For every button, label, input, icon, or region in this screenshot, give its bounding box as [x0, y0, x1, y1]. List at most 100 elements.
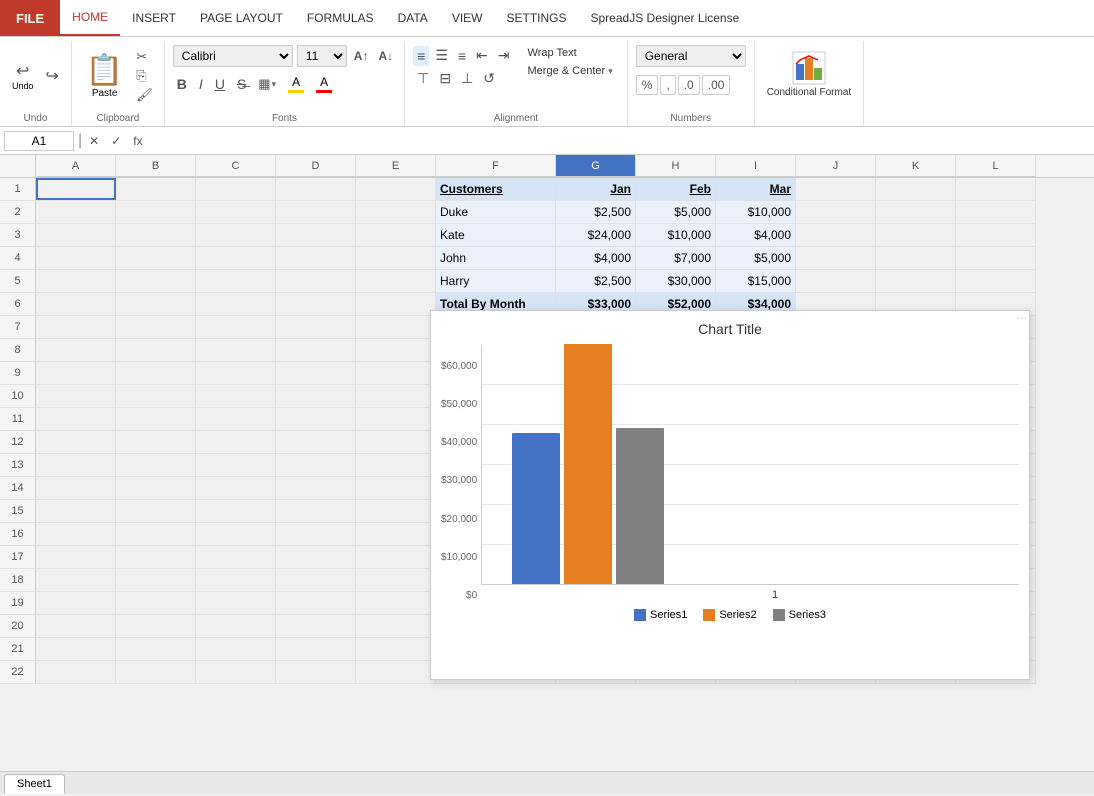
- cell-a14[interactable]: [36, 477, 116, 499]
- cell-c6[interactable]: [196, 293, 276, 315]
- sheet-tab-1[interactable]: Sheet1: [4, 774, 65, 794]
- row-num-14[interactable]: 14: [0, 477, 36, 499]
- italic-button[interactable]: I: [195, 74, 207, 94]
- cell-j3[interactable]: [796, 224, 876, 246]
- cell-l2[interactable]: [956, 201, 1036, 223]
- col-header-k[interactable]: K: [876, 155, 956, 177]
- col-header-f[interactable]: F: [436, 155, 556, 177]
- row-num-11[interactable]: 11: [0, 408, 36, 430]
- cell-h5[interactable]: $30,000: [636, 270, 716, 292]
- cell-a1[interactable]: [36, 178, 116, 200]
- row-num-6[interactable]: 6: [0, 293, 36, 315]
- cell-d4[interactable]: [276, 247, 356, 269]
- cell-c14[interactable]: [196, 477, 276, 499]
- cell-c3[interactable]: [196, 224, 276, 246]
- cell-i4[interactable]: $5,000: [716, 247, 796, 269]
- cell-b6[interactable]: [116, 293, 196, 315]
- decimal-decrease-button[interactable]: .00: [702, 75, 731, 95]
- cell-e18[interactable]: [356, 569, 436, 591]
- cell-e13[interactable]: [356, 454, 436, 476]
- cell-c16[interactable]: [196, 523, 276, 545]
- cell-a19[interactable]: [36, 592, 116, 614]
- cell-k4[interactable]: [876, 247, 956, 269]
- text-direction-button[interactable]: ↺: [479, 68, 499, 89]
- cell-j1[interactable]: [796, 178, 876, 200]
- row-num-13[interactable]: 13: [0, 454, 36, 476]
- cell-e17[interactable]: [356, 546, 436, 568]
- cell-c19[interactable]: [196, 592, 276, 614]
- row-num-17[interactable]: 17: [0, 546, 36, 568]
- cell-d22[interactable]: [276, 661, 356, 683]
- row-num-3[interactable]: 3: [0, 224, 36, 246]
- menu-data[interactable]: DATA: [386, 0, 440, 36]
- cell-c10[interactable]: [196, 385, 276, 407]
- cell-a15[interactable]: [36, 500, 116, 522]
- align-center-button[interactable]: ☰: [431, 45, 452, 66]
- cell-d14[interactable]: [276, 477, 356, 499]
- cell-a6[interactable]: [36, 293, 116, 315]
- cell-e5[interactable]: [356, 270, 436, 292]
- row-num-2[interactable]: 2: [0, 201, 36, 223]
- cell-d16[interactable]: [276, 523, 356, 545]
- cell-l4[interactable]: [956, 247, 1036, 269]
- cell-a2[interactable]: [36, 201, 116, 223]
- cell-c15[interactable]: [196, 500, 276, 522]
- cell-c12[interactable]: [196, 431, 276, 453]
- cell-i1[interactable]: Mar: [716, 178, 796, 200]
- col-header-c[interactable]: C: [196, 155, 276, 177]
- row-num-22[interactable]: 22: [0, 661, 36, 683]
- cell-c7[interactable]: [196, 316, 276, 338]
- cell-e10[interactable]: [356, 385, 436, 407]
- cell-e12[interactable]: [356, 431, 436, 453]
- cell-c4[interactable]: [196, 247, 276, 269]
- cell-e3[interactable]: [356, 224, 436, 246]
- cell-c20[interactable]: [196, 615, 276, 637]
- cell-d20[interactable]: [276, 615, 356, 637]
- menu-file[interactable]: FILE: [0, 0, 60, 36]
- menu-home[interactable]: HOME: [60, 0, 120, 36]
- cell-g5[interactable]: $2,500: [556, 270, 636, 292]
- cell-b2[interactable]: [116, 201, 196, 223]
- cell-c21[interactable]: [196, 638, 276, 660]
- col-header-g[interactable]: G: [556, 155, 636, 177]
- cell-e4[interactable]: [356, 247, 436, 269]
- align-top-button[interactable]: ⊤: [413, 68, 433, 89]
- border-button[interactable]: ▦ ▾: [254, 74, 280, 94]
- cell-b3[interactable]: [116, 224, 196, 246]
- cell-a21[interactable]: [36, 638, 116, 660]
- col-header-b[interactable]: B: [116, 155, 196, 177]
- cell-a7[interactable]: [36, 316, 116, 338]
- align-right-button[interactable]: ≡: [454, 46, 470, 66]
- cell-k1[interactable]: [876, 178, 956, 200]
- cell-f1[interactable]: Customers: [436, 178, 556, 200]
- col-header-j[interactable]: J: [796, 155, 876, 177]
- font-family-select[interactable]: Calibri: [173, 45, 293, 67]
- cut-button[interactable]: ✂: [133, 48, 156, 66]
- row-num-21[interactable]: 21: [0, 638, 36, 660]
- cell-e11[interactable]: [356, 408, 436, 430]
- align-middle-button[interactable]: ⊟: [435, 68, 455, 89]
- cell-c5[interactable]: [196, 270, 276, 292]
- cell-c17[interactable]: [196, 546, 276, 568]
- cell-e15[interactable]: [356, 500, 436, 522]
- cell-f2[interactable]: Duke: [436, 201, 556, 223]
- format-painter-button[interactable]: 🖌: [133, 86, 156, 104]
- cell-d2[interactable]: [276, 201, 356, 223]
- row-num-8[interactable]: 8: [0, 339, 36, 361]
- row-num-20[interactable]: 20: [0, 615, 36, 637]
- row-num-9[interactable]: 9: [0, 362, 36, 384]
- cell-b19[interactable]: [116, 592, 196, 614]
- cell-a4[interactable]: [36, 247, 116, 269]
- row-num-4[interactable]: 4: [0, 247, 36, 269]
- cell-g2[interactable]: $2,500: [556, 201, 636, 223]
- cell-d21[interactable]: [276, 638, 356, 660]
- cell-g1[interactable]: Jan: [556, 178, 636, 200]
- cell-a9[interactable]: [36, 362, 116, 384]
- cell-l1[interactable]: [956, 178, 1036, 200]
- cell-b14[interactable]: [116, 477, 196, 499]
- cell-c1[interactable]: [196, 178, 276, 200]
- col-header-h[interactable]: H: [636, 155, 716, 177]
- conditional-format-button[interactable]: Conditional Format: [763, 45, 855, 102]
- cell-d1[interactable]: [276, 178, 356, 200]
- cell-e21[interactable]: [356, 638, 436, 660]
